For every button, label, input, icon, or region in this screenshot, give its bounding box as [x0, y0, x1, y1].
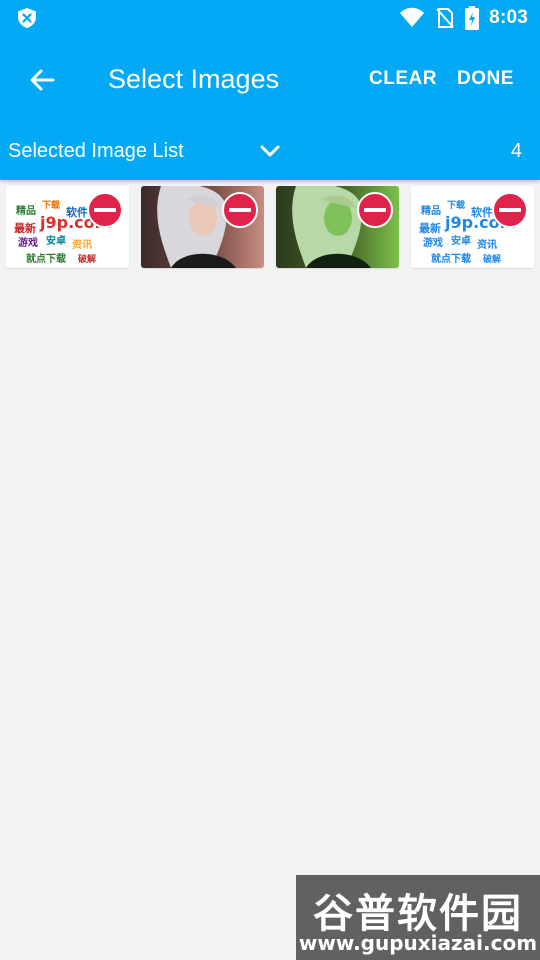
svg-text:最新: 最新 [14, 221, 36, 235]
minus-icon [94, 208, 116, 212]
remove-image-button[interactable] [492, 192, 528, 228]
arrow-left-icon [30, 69, 55, 91]
status-time: 8:03 [489, 7, 528, 28]
svg-text:就点下载: 就点下载 [26, 252, 66, 265]
remove-image-button[interactable] [87, 192, 123, 228]
back-button[interactable] [24, 62, 60, 98]
clear-button[interactable]: CLEAR [369, 66, 437, 92]
svg-text:资讯: 资讯 [477, 238, 497, 251]
svg-text:游戏: 游戏 [423, 236, 443, 249]
svg-text:就点下载: 就点下载 [431, 252, 471, 265]
minus-icon [364, 208, 386, 212]
selected-list-label: Selected Image List [8, 140, 184, 162]
status-bar: 8:03 [0, 0, 540, 36]
selected-image-2[interactable] [141, 186, 264, 268]
svg-text:破解: 破解 [483, 253, 501, 265]
watermark: 谷普软件园 www.gupuxiazai.com [296, 875, 540, 960]
done-button[interactable]: DONE [457, 66, 514, 92]
toolbar: Select Images CLEAR DONE [0, 36, 540, 122]
svg-text:最新: 最新 [419, 221, 441, 235]
svg-text:精品: 精品 [16, 204, 36, 217]
selected-image-1[interactable]: 精品 下载 软件 最新 j9p.com 游戏 安卓 资讯 就点下载 破解 [6, 186, 129, 268]
svg-text:破解: 破解 [78, 253, 96, 265]
selected-list-bar[interactable]: Selected Image List 4 [0, 122, 540, 180]
svg-text:下载: 下载 [42, 199, 60, 211]
no-sim-icon [436, 8, 454, 28]
battery-charging-icon [465, 6, 480, 30]
remove-image-button[interactable] [222, 192, 258, 228]
selected-images-grid: 精品 下载 软件 最新 j9p.com 游戏 安卓 资讯 就点下载 破解 精品 … [6, 186, 536, 268]
remove-image-button[interactable] [357, 192, 393, 228]
page-title: Select Images [108, 64, 280, 94]
svg-text:安卓: 安卓 [451, 234, 471, 247]
svg-text:下载: 下载 [447, 199, 465, 211]
chevron-down-icon[interactable] [258, 139, 282, 163]
svg-text:安卓: 安卓 [46, 234, 66, 247]
svg-text:资讯: 资讯 [72, 238, 92, 251]
svg-text:精品: 精品 [421, 204, 441, 217]
svg-text:游戏: 游戏 [18, 236, 38, 249]
selected-count: 4 [510, 140, 522, 162]
selected-image-4[interactable]: 精品 下载 软件 最新 j9p.com 游戏 安卓 资讯 就点下载 破解 [411, 186, 534, 268]
selected-image-3[interactable] [276, 186, 399, 268]
minus-icon [499, 208, 521, 212]
minus-icon [229, 208, 251, 212]
wifi-icon [400, 7, 425, 27]
watermark-url: www.gupuxiazai.com [298, 931, 538, 955]
shield-icon [18, 8, 36, 28]
